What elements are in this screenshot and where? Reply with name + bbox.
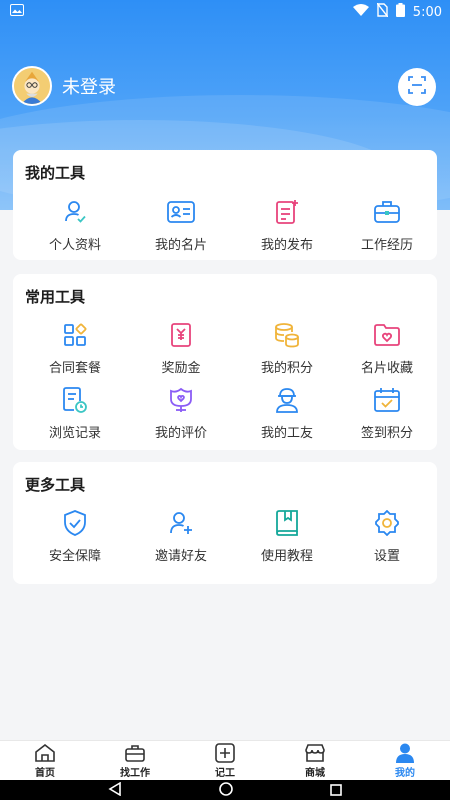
tool-my-reviews[interactable]: 我的评价 <box>128 386 234 441</box>
home-icon <box>35 743 55 763</box>
tool-label: 奖励金 <box>161 361 201 376</box>
tool-label: 使用教程 <box>260 549 313 564</box>
avatar[interactable] <box>12 66 52 106</box>
tool-label: 我的工友 <box>260 426 313 441</box>
store-icon <box>305 743 325 763</box>
status-bar: 5:00 <box>0 0 450 24</box>
tab-label: 首页 <box>35 767 55 779</box>
book-icon <box>273 509 301 537</box>
tool-label: 邀请好友 <box>154 549 207 564</box>
gear-icon <box>373 509 401 537</box>
reward-money-icon <box>167 321 195 349</box>
briefcase-icon <box>373 198 401 226</box>
coins-icon <box>273 321 301 349</box>
user-check-icon <box>61 198 89 226</box>
tab-label: 商城 <box>305 767 325 779</box>
user-plus-icon <box>167 509 195 537</box>
status-time: 5:00 <box>412 4 442 20</box>
common-tools-title: 常用工具 <box>25 288 86 306</box>
tool-label: 我的发布 <box>260 238 313 253</box>
publish-doc-icon <box>273 198 301 226</box>
tool-label: 我的名片 <box>154 238 207 253</box>
tab-label: 记工 <box>215 767 235 779</box>
tab-record-work[interactable]: 记工 <box>180 741 270 780</box>
tool-my-workmates[interactable]: 我的工友 <box>234 386 340 441</box>
my-tools-title: 我的工具 <box>25 164 86 182</box>
tool-tutorial[interactable]: 使用教程 <box>234 509 340 564</box>
more-tools-card: 更多工具 安全保障 邀请好友 使用教程 设置 <box>13 462 437 584</box>
tool-my-publish[interactable]: 我的发布 <box>234 198 340 253</box>
tool-label: 安全保障 <box>48 549 101 564</box>
scan-icon <box>407 75 427 99</box>
person-icon <box>395 743 415 763</box>
tab-label: 我的 <box>395 767 415 779</box>
tool-label: 浏览记录 <box>48 426 101 441</box>
tool-personal-info[interactable]: 个人资料 <box>22 198 128 253</box>
more-tools-title: 更多工具 <box>25 476 86 494</box>
battery-icon <box>395 3 405 21</box>
tool-my-points[interactable]: 我的积分 <box>234 321 340 376</box>
grid-apps-icon <box>61 321 89 349</box>
calendar-check-icon <box>373 386 401 414</box>
tool-label: 名片收藏 <box>360 361 413 376</box>
tool-work-experience[interactable]: 工作经历 <box>334 198 440 253</box>
tool-contract-package[interactable]: 合同套餐 <box>22 321 128 376</box>
tool-sign-in-points[interactable]: 签到积分 <box>334 386 440 441</box>
briefcase-icon <box>125 743 145 763</box>
home-circle-icon[interactable] <box>219 781 233 800</box>
tool-browse-history[interactable]: 浏览记录 <box>22 386 128 441</box>
worker-icon <box>273 386 301 414</box>
tool-my-card[interactable]: 我的名片 <box>128 198 234 253</box>
my-tools-card: 我的工具 个人资料 我的名片 我的发布 工作经历 <box>13 150 437 260</box>
tool-label: 合同套餐 <box>48 361 101 376</box>
folder-heart-icon <box>373 321 401 349</box>
tool-settings[interactable]: 设置 <box>334 509 440 564</box>
tool-label: 签到积分 <box>360 426 413 441</box>
tab-label: 找工作 <box>120 767 150 779</box>
tool-label: 我的评价 <box>154 426 207 441</box>
scan-button[interactable] <box>398 68 436 106</box>
tab-mall[interactable]: 商城 <box>270 741 360 780</box>
common-tools-card: 常用工具 合同套餐 奖励金 我的积分 名片收藏 浏览记录 我的评价 我的工友 签… <box>13 274 437 450</box>
id-card-icon <box>167 198 195 226</box>
tool-label: 我的积分 <box>260 361 313 376</box>
tab-find-job[interactable]: 找工作 <box>90 741 180 780</box>
tab-mine[interactable]: 我的 <box>360 741 450 780</box>
tool-label: 工作经历 <box>360 238 413 253</box>
no-sim-icon <box>376 2 389 21</box>
back-icon[interactable] <box>108 781 122 800</box>
flower-heart-icon <box>167 386 195 414</box>
plus-square-icon <box>215 742 235 763</box>
image-notification-icon <box>10 4 24 20</box>
tool-security[interactable]: 安全保障 <box>22 509 128 564</box>
tool-label: 个人资料 <box>48 238 101 253</box>
system-nav-bar <box>0 780 450 800</box>
profile-area[interactable]: 未登录 <box>12 66 116 106</box>
tool-card-collection[interactable]: 名片收藏 <box>334 321 440 376</box>
login-status-text[interactable]: 未登录 <box>62 73 116 99</box>
tool-invite-friends[interactable]: 邀请好友 <box>128 509 234 564</box>
tool-label: 设置 <box>373 549 400 564</box>
tool-reward[interactable]: 奖励金 <box>128 321 234 376</box>
shield-check-icon <box>61 509 89 537</box>
history-doc-icon <box>61 386 89 414</box>
recents-icon[interactable] <box>329 781 342 800</box>
tab-home[interactable]: 首页 <box>0 741 90 780</box>
wifi-icon <box>352 4 369 20</box>
bottom-tab-bar: 首页 找工作 记工 商城 我的 <box>0 740 450 780</box>
